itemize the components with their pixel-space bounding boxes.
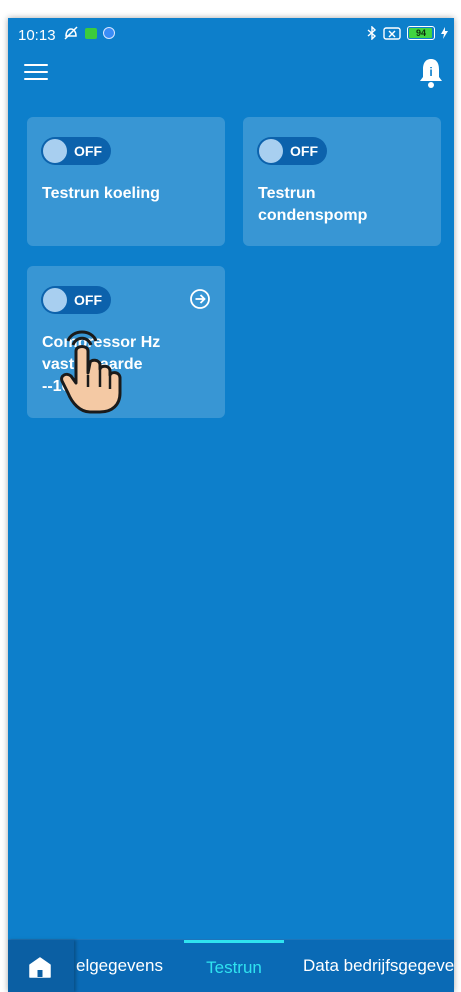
toggle-state-label: OFF: [74, 292, 102, 308]
battery-level: 94: [415, 28, 426, 38]
bluetooth-icon: [367, 26, 377, 40]
svg-text:i: i: [429, 65, 432, 79]
card-title: Testrun condenspomp: [258, 185, 368, 224]
notification-app-icon: [85, 27, 97, 39]
toggle-compressor-hz[interactable]: OFF: [41, 286, 111, 314]
home-button[interactable]: [8, 940, 74, 992]
bell-icon[interactable]: i: [416, 56, 446, 90]
toggle-state-label: OFF: [290, 143, 318, 159]
status-time: 10:13: [18, 27, 56, 44]
toggle-testrun-condenspomp[interactable]: OFF: [257, 137, 327, 165]
bottom-navigation: elgegevens Testrun Data bedrijfsgegevens: [8, 939, 454, 992]
tab-data-bedrijfsgegevens[interactable]: Data bedrijfsgegevens: [303, 940, 454, 992]
tab-stelgegevens[interactable]: elgegevens: [76, 940, 163, 992]
hamburger-icon[interactable]: [24, 64, 48, 80]
charging-icon: [441, 27, 448, 39]
hand-pointer-icon: [60, 330, 122, 414]
card-testrun-koeling: OFF Testrun koeling: [27, 117, 225, 246]
card-title: Testrun koeling: [42, 185, 160, 202]
mute-icon: [64, 26, 78, 40]
sim-x-icon: [383, 26, 401, 40]
card-testrun-condenspomp: OFF Testrun condenspomp: [243, 117, 441, 246]
status-bar: 10:13 94: [8, 18, 454, 50]
home-icon: [29, 957, 51, 978]
status-icons-right: 94: [367, 26, 448, 40]
tab-testrun[interactable]: Testrun: [184, 940, 284, 992]
toggle-state-label: OFF: [74, 143, 102, 159]
arrow-circle-right-icon[interactable]: [189, 288, 211, 310]
status-icons-left: [63, 26, 115, 40]
app-screen: 10:13 94 i OFF Testrun koeling OFF Testr…: [8, 18, 454, 992]
battery-icon: 94: [407, 26, 435, 40]
app-bar: i: [8, 52, 454, 92]
toggle-testrun-koeling[interactable]: OFF: [41, 137, 111, 165]
vpn-shield-icon: [103, 27, 115, 39]
